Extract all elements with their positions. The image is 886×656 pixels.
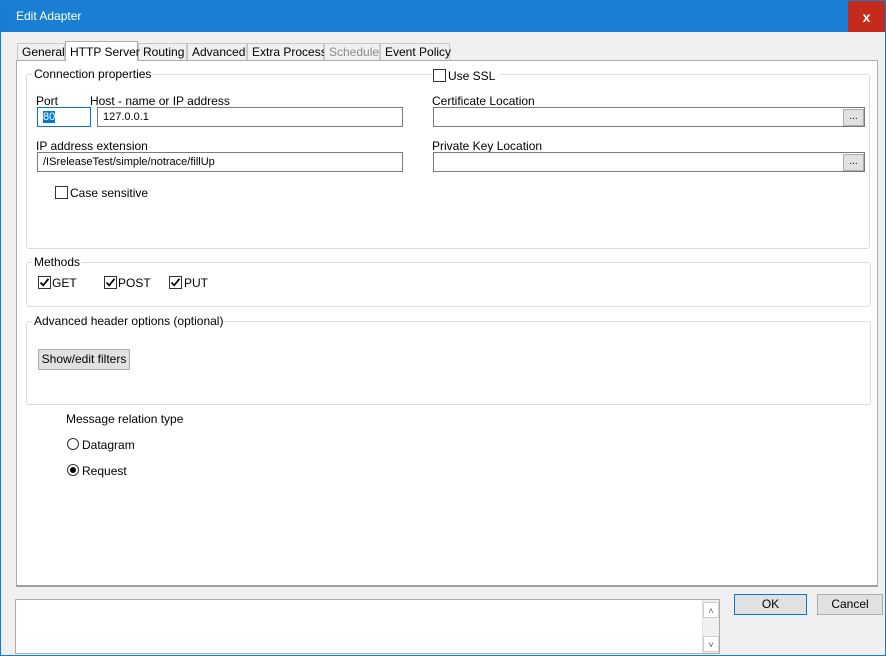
- datagram-label: Datagram: [82, 438, 135, 452]
- check-icon: [105, 278, 116, 287]
- tab-advanced[interactable]: Advanced: [187, 43, 247, 60]
- use-ssl-label: Use SSL: [448, 69, 496, 83]
- private-key-location-label: Private Key Location: [432, 139, 543, 153]
- connection-properties-label: Connection properties: [32, 67, 154, 81]
- title-bar[interactable]: Edit Adapter x: [1, 1, 885, 32]
- dialog-content: General HTTP Server Routing Advanced Ext…: [1, 32, 885, 655]
- vertical-scrollbar[interactable]: ˄ ˅: [702, 600, 719, 653]
- cancel-button[interactable]: Cancel: [817, 594, 883, 615]
- show-edit-filters-button[interactable]: Show/edit filters: [38, 349, 130, 370]
- tab-http-server[interactable]: HTTP Server: [65, 41, 140, 61]
- private-key-browse-button[interactable]: ...: [843, 154, 864, 171]
- tab-extra-process[interactable]: Extra Process: [247, 43, 327, 60]
- host-input[interactable]: 127.0.0.1: [97, 107, 403, 127]
- post-label: POST: [118, 276, 151, 290]
- case-sensitive-label: Case sensitive: [70, 186, 149, 200]
- certificate-browse-button[interactable]: ...: [843, 109, 864, 126]
- certificate-location-label: Certificate Location: [432, 94, 535, 108]
- case-sensitive-checkbox[interactable]: [55, 186, 68, 199]
- ip-extension-input[interactable]: /ISreleaseTest/simple/notrace/fillUp: [37, 152, 403, 172]
- check-icon: [170, 278, 181, 287]
- tab-general[interactable]: General: [17, 43, 65, 60]
- request-label: Request: [82, 464, 127, 478]
- radio-selected-dot: [70, 467, 76, 473]
- advanced-header-label: Advanced header options (optional): [32, 314, 226, 328]
- put-checkbox[interactable]: [169, 276, 182, 289]
- tab-schedule: Schedule: [324, 43, 380, 60]
- scroll-up-icon[interactable]: ˄: [703, 602, 719, 618]
- tab-routing[interactable]: Routing: [138, 43, 187, 60]
- message-relation-type-label: Message relation type: [66, 412, 184, 426]
- private-key-location-input[interactable]: [433, 152, 865, 172]
- get-checkbox[interactable]: [38, 276, 51, 289]
- edit-adapter-window: Edit Adapter x General HTTP Server Routi…: [0, 0, 886, 656]
- certificate-location-input[interactable]: [433, 107, 865, 127]
- close-icon: x: [862, 8, 871, 25]
- host-label: Host - name or IP address: [90, 94, 230, 108]
- panel-splitter[interactable]: [16, 585, 878, 587]
- check-icon: [39, 278, 50, 287]
- http-server-panel: Connection properties Use SSL Port Host …: [16, 60, 878, 586]
- methods-label: Methods: [32, 255, 83, 269]
- methods-group: [26, 262, 871, 307]
- ip-extension-label: IP address extension: [36, 139, 148, 153]
- put-label: PUT: [184, 276, 208, 290]
- port-input[interactable]: 80: [37, 107, 91, 127]
- port-label: Port: [36, 94, 59, 108]
- advanced-header-group: [26, 321, 871, 405]
- get-label: GET: [52, 276, 77, 290]
- port-value: 80: [43, 111, 56, 123]
- scroll-down-icon[interactable]: ˅: [703, 636, 719, 652]
- ok-button[interactable]: OK: [734, 594, 807, 615]
- datagram-radio[interactable]: [67, 438, 79, 450]
- request-radio[interactable]: [67, 464, 79, 476]
- tab-event-policy[interactable]: Event Policy: [380, 43, 451, 60]
- window-title: Edit Adapter: [16, 9, 82, 23]
- close-button[interactable]: x: [848, 1, 885, 32]
- use-ssl-checkbox[interactable]: [433, 69, 446, 82]
- message-log-box[interactable]: ˄ ˅: [15, 599, 720, 654]
- post-checkbox[interactable]: [104, 276, 117, 289]
